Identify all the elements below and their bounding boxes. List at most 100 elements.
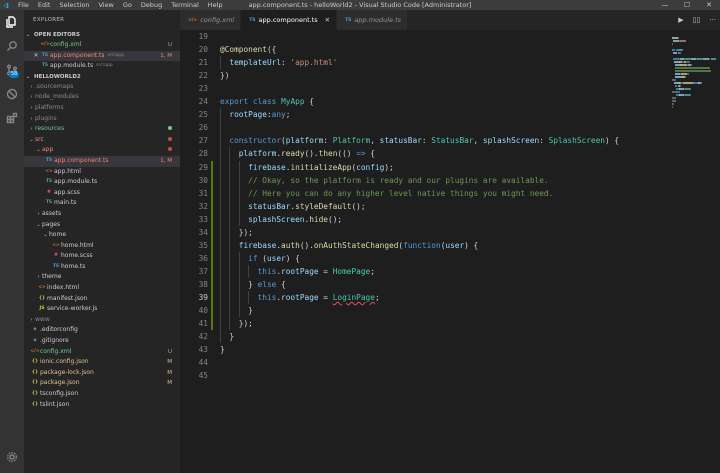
code-line[interactable]: 30 // Okay, so the platform is ready and… (180, 173, 720, 187)
code-line[interactable]: 36 if (user) { (180, 251, 720, 265)
code-line[interactable]: 43} (180, 343, 720, 356)
file-item[interactable]: <> app.html (24, 167, 180, 178)
explorer-icon[interactable] (0, 10, 24, 34)
code-line[interactable]: 38 } else { (180, 277, 720, 291)
tab-config-xml[interactable]: </> config.xml (180, 10, 242, 30)
folder-item[interactable]: › theme (24, 272, 180, 283)
code-token: function (403, 240, 441, 250)
folder-item[interactable]: › assets (24, 209, 180, 220)
file-item[interactable]: {} tsconfig.json (24, 389, 180, 400)
project-header[interactable]: ⌄ HELLOWORLD2 (24, 72, 180, 82)
folder-item[interactable]: ⌄ pages (24, 220, 180, 231)
file-item[interactable]: # home.scss (24, 251, 180, 262)
code-line[interactable]: 20 @Component({ (180, 43, 720, 56)
debug-icon[interactable] (0, 82, 24, 106)
open-editor-item[interactable]: TS app.module.ts src\app (24, 61, 180, 72)
close-window-button[interactable]: ✕ (698, 0, 720, 10)
file-item[interactable]: {} ionic.config.json M (24, 357, 180, 368)
menu-go[interactable]: Go (123, 0, 132, 10)
code-token: platform (285, 136, 324, 146)
code-line[interactable]: 42 } (180, 330, 720, 343)
code-line[interactable]: 24 export class MyApp { (180, 95, 720, 108)
tab-app-component-ts[interactable]: TS app.component.ts ✕ (241, 10, 338, 30)
file-item[interactable]: <> index.html (24, 283, 180, 294)
code-line[interactable]: 40 } (180, 304, 720, 318)
split-editor-icon[interactable]: ▯▯ (693, 16, 701, 24)
search-icon[interactable] (0, 34, 24, 58)
code-line[interactable]: 22}) (180, 69, 720, 82)
file-item[interactable]: <> home.html (24, 241, 180, 252)
open-editors-header[interactable]: ⌄ OPEN EDITORS (24, 30, 180, 40)
file-item[interactable]: ◆ .editorconfig (24, 325, 180, 336)
menu-help[interactable]: Help (208, 0, 223, 10)
file-item[interactable]: TS app.module.ts (24, 177, 180, 188)
minimap[interactable] (668, 30, 720, 473)
code-line[interactable]: 33 splashScreen.hide(); (180, 212, 720, 226)
file-item[interactable]: # app.scss (24, 188, 180, 199)
minimap-token (679, 52, 681, 54)
more-actions-icon[interactable]: ··· (709, 16, 716, 24)
code-line[interactable]: 26 (180, 121, 720, 134)
file-item[interactable]: </> config.xml U (24, 347, 180, 358)
folder-item[interactable]: › node_modules (24, 92, 180, 103)
code-line[interactable]: 21 templateUrl: 'app.html' (180, 56, 720, 69)
menu-view[interactable]: View (98, 0, 113, 10)
folder-item[interactable]: ⌄ app (24, 145, 180, 156)
gear-icon[interactable] (0, 445, 24, 469)
code-line[interactable]: 28 platform.ready().then(() => { (180, 147, 720, 160)
code-line[interactable]: 31 // Here you can do any higher level n… (180, 186, 720, 200)
folder-item[interactable]: › platforms (24, 103, 180, 114)
folder-item[interactable]: › resources (24, 124, 180, 135)
open-editor-item[interactable]: </> config.xml U (24, 40, 180, 51)
typescript-file-icon: TS (52, 263, 60, 269)
code-line[interactable]: 29 firebase.initializeApp(config); (180, 160, 720, 174)
folder-item[interactable]: › .sourcemaps (24, 82, 180, 93)
source-control-icon[interactable]: 58 (0, 58, 24, 82)
file-item[interactable]: TS app.component.ts 1, M (24, 155, 180, 167)
code-line[interactable]: 39 this.rootPage = LoginPage; (180, 291, 720, 305)
code-line[interactable]: 44 (180, 356, 720, 369)
file-item[interactable]: {} manifest.json (24, 294, 180, 305)
menu-selection[interactable]: Selection (59, 0, 89, 10)
file-item[interactable]: TS home.ts (24, 262, 180, 273)
modified-line-marker (211, 264, 213, 278)
minimap-token (702, 58, 710, 60)
file-label: index.html (47, 284, 79, 292)
run-icon[interactable]: ▶ (678, 16, 683, 24)
close-icon[interactable]: ✕ (32, 51, 40, 62)
maximize-button[interactable]: ☐ (676, 0, 698, 10)
open-editor-item[interactable]: ✕ TS app.component.ts src\app 1, M (24, 50, 180, 62)
file-item[interactable]: {} package-lock.json M (24, 368, 180, 379)
minimize-button[interactable]: — (654, 0, 676, 10)
code-text: templateUrl: 'app.html' (220, 56, 337, 69)
code-line[interactable]: 25 rootPage:any; (180, 108, 720, 121)
code-text: if (user) { (220, 252, 300, 265)
code-line[interactable]: 34 }); (180, 225, 720, 239)
minimap-token (672, 49, 676, 51)
code-line[interactable]: 23 (180, 82, 720, 95)
folder-item[interactable]: › plugins (24, 114, 180, 125)
menu-debug[interactable]: Debug (141, 0, 162, 10)
code-editor[interactable]: 19 20 @Component({21 templateUrl: 'app.htm… (180, 30, 720, 473)
file-item[interactable]: {} tslint.json (24, 400, 180, 411)
menu-terminal[interactable]: Terminal (171, 0, 198, 10)
folder-item[interactable]: › www (24, 315, 180, 326)
menu-file[interactable]: File (18, 0, 29, 10)
file-item[interactable]: ◆ .gitignore (24, 336, 180, 347)
code-line[interactable]: 41 }); (180, 317, 720, 331)
code-line[interactable]: 45 (180, 369, 720, 382)
file-item[interactable]: {} package.json M (24, 378, 180, 389)
folder-item[interactable]: ⌄ src (24, 135, 180, 146)
code-line[interactable]: 37 this.rootPage = HomePage; (180, 264, 720, 278)
code-line[interactable]: 35 firebase.auth().onAuthStateChanged(fu… (180, 238, 720, 252)
code-line[interactable]: 19 (180, 30, 720, 43)
close-icon[interactable]: ✕ (325, 16, 330, 24)
extensions-icon[interactable] (0, 106, 24, 130)
tab-app-module-ts[interactable]: TS app.module.ts (337, 10, 409, 30)
code-line[interactable]: 27 constructor(platform: Platform, statu… (180, 134, 720, 147)
code-line[interactable]: 32 statusBar.styleDefault(); (180, 199, 720, 213)
file-item[interactable]: TS main.ts (24, 198, 180, 209)
file-item[interactable]: JS service-worker.js (24, 304, 180, 315)
menu-edit[interactable]: Edit (38, 0, 51, 10)
folder-item[interactable]: ⌄ home (24, 230, 180, 241)
